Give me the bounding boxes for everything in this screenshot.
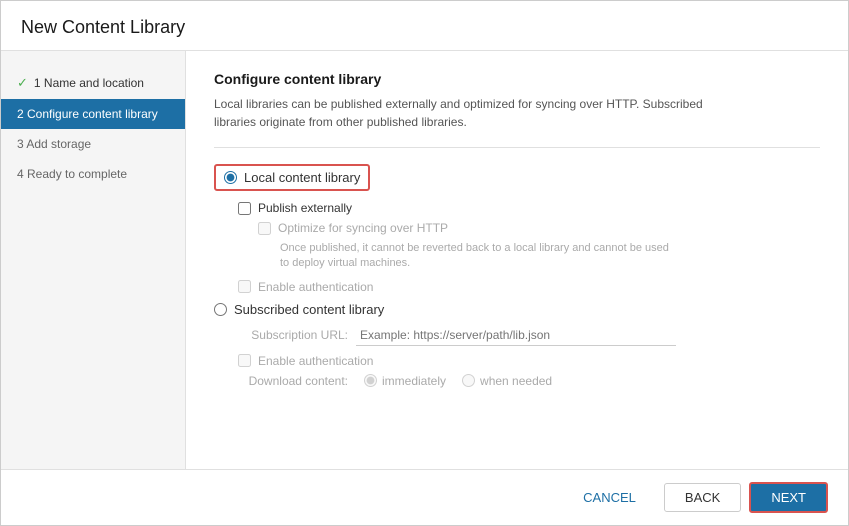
- nested-publish-options: Optimize for syncing over HTTP Once publ…: [258, 221, 820, 272]
- once-published-desc: Once published, it cannot be reverted ba…: [280, 241, 680, 272]
- desc-line1: Local libraries can be published externa…: [214, 97, 703, 111]
- local-content-library-radio[interactable]: [224, 171, 237, 184]
- optimize-checkbox[interactable]: [258, 222, 271, 235]
- sidebar-item-step1[interactable]: ✓ 1 Name and location: [1, 67, 185, 99]
- when-needed-option[interactable]: when needed: [462, 374, 552, 388]
- enable-auth-sub-option[interactable]: Enable authentication: [238, 354, 820, 368]
- local-content-library-label: Local content library: [244, 170, 360, 185]
- dialog-body: ✓ 1 Name and location 2 Configure conten…: [1, 51, 848, 469]
- optimize-label: Optimize for syncing over HTTP: [278, 221, 448, 235]
- sidebar-item-step3[interactable]: 3 Add storage: [1, 129, 185, 159]
- enable-auth-local-option[interactable]: Enable authentication: [238, 280, 820, 294]
- publish-externally-option[interactable]: Publish externally: [238, 201, 820, 215]
- immediately-option[interactable]: immediately: [364, 374, 446, 388]
- publish-externally-checkbox[interactable]: [238, 202, 251, 215]
- download-content-row: Download content: immediately when neede…: [238, 374, 820, 388]
- sidebar-item-step1-label: 1 Name and location: [34, 76, 144, 90]
- when-needed-radio[interactable]: [462, 374, 475, 387]
- sidebar-item-step3-label: 3 Add storage: [17, 137, 91, 151]
- sidebar: ✓ 1 Name and location 2 Configure conten…: [1, 51, 186, 469]
- sidebar-item-step2[interactable]: 2 Configure content library: [1, 99, 185, 129]
- check-icon: ✓: [17, 75, 28, 91]
- divider: [214, 147, 820, 148]
- back-button[interactable]: BACK: [664, 483, 741, 512]
- desc-line2: libraries originate from other published…: [214, 115, 467, 129]
- subscribed-sub-options: Subscription URL: Enable authentication …: [238, 325, 820, 388]
- enable-auth-sub-checkbox[interactable]: [238, 354, 251, 367]
- dialog-title: New Content Library: [1, 1, 848, 51]
- section-title: Configure content library: [214, 71, 820, 87]
- enable-auth-sub-label: Enable authentication: [258, 354, 373, 368]
- sidebar-item-step2-label: 2 Configure content library: [17, 107, 158, 121]
- publish-externally-label: Publish externally: [258, 201, 352, 215]
- sidebar-item-step4[interactable]: 4 Ready to complete: [1, 159, 185, 189]
- main-content-area: Configure content library Local librarie…: [186, 51, 848, 469]
- once-published-line1: Once published, it cannot be reverted ba…: [280, 242, 669, 254]
- when-needed-label: when needed: [480, 374, 552, 388]
- immediately-label: immediately: [382, 374, 446, 388]
- subscribed-content-library-label: Subscribed content library: [234, 302, 384, 317]
- sidebar-item-step4-label: 4 Ready to complete: [17, 167, 127, 181]
- download-content-label: Download content:: [238, 374, 348, 388]
- once-published-line2: to deploy virtual machines.: [280, 257, 410, 269]
- subscription-url-input[interactable]: [356, 325, 676, 346]
- section-description: Local libraries can be published externa…: [214, 95, 774, 131]
- subscribed-content-library-radio[interactable]: [214, 303, 227, 316]
- enable-auth-local-checkbox[interactable]: [238, 280, 251, 293]
- optimize-option[interactable]: Optimize for syncing over HTTP: [258, 221, 820, 235]
- cancel-button[interactable]: CANCEL: [563, 484, 656, 511]
- subscription-url-row: Subscription URL:: [238, 325, 820, 346]
- dialog-footer: CANCEL BACK NEXT: [1, 469, 848, 525]
- immediately-radio[interactable]: [364, 374, 377, 387]
- subscription-url-label: Subscription URL:: [238, 328, 348, 342]
- subscribed-content-library-option[interactable]: Subscribed content library: [214, 302, 820, 317]
- local-sub-options: Publish externally Optimize for syncing …: [238, 201, 820, 294]
- enable-auth-local-label: Enable authentication: [258, 280, 373, 294]
- new-content-library-dialog: New Content Library ✓ 1 Name and locatio…: [0, 0, 849, 526]
- local-content-library-option[interactable]: Local content library: [214, 164, 370, 191]
- next-button[interactable]: NEXT: [749, 482, 828, 513]
